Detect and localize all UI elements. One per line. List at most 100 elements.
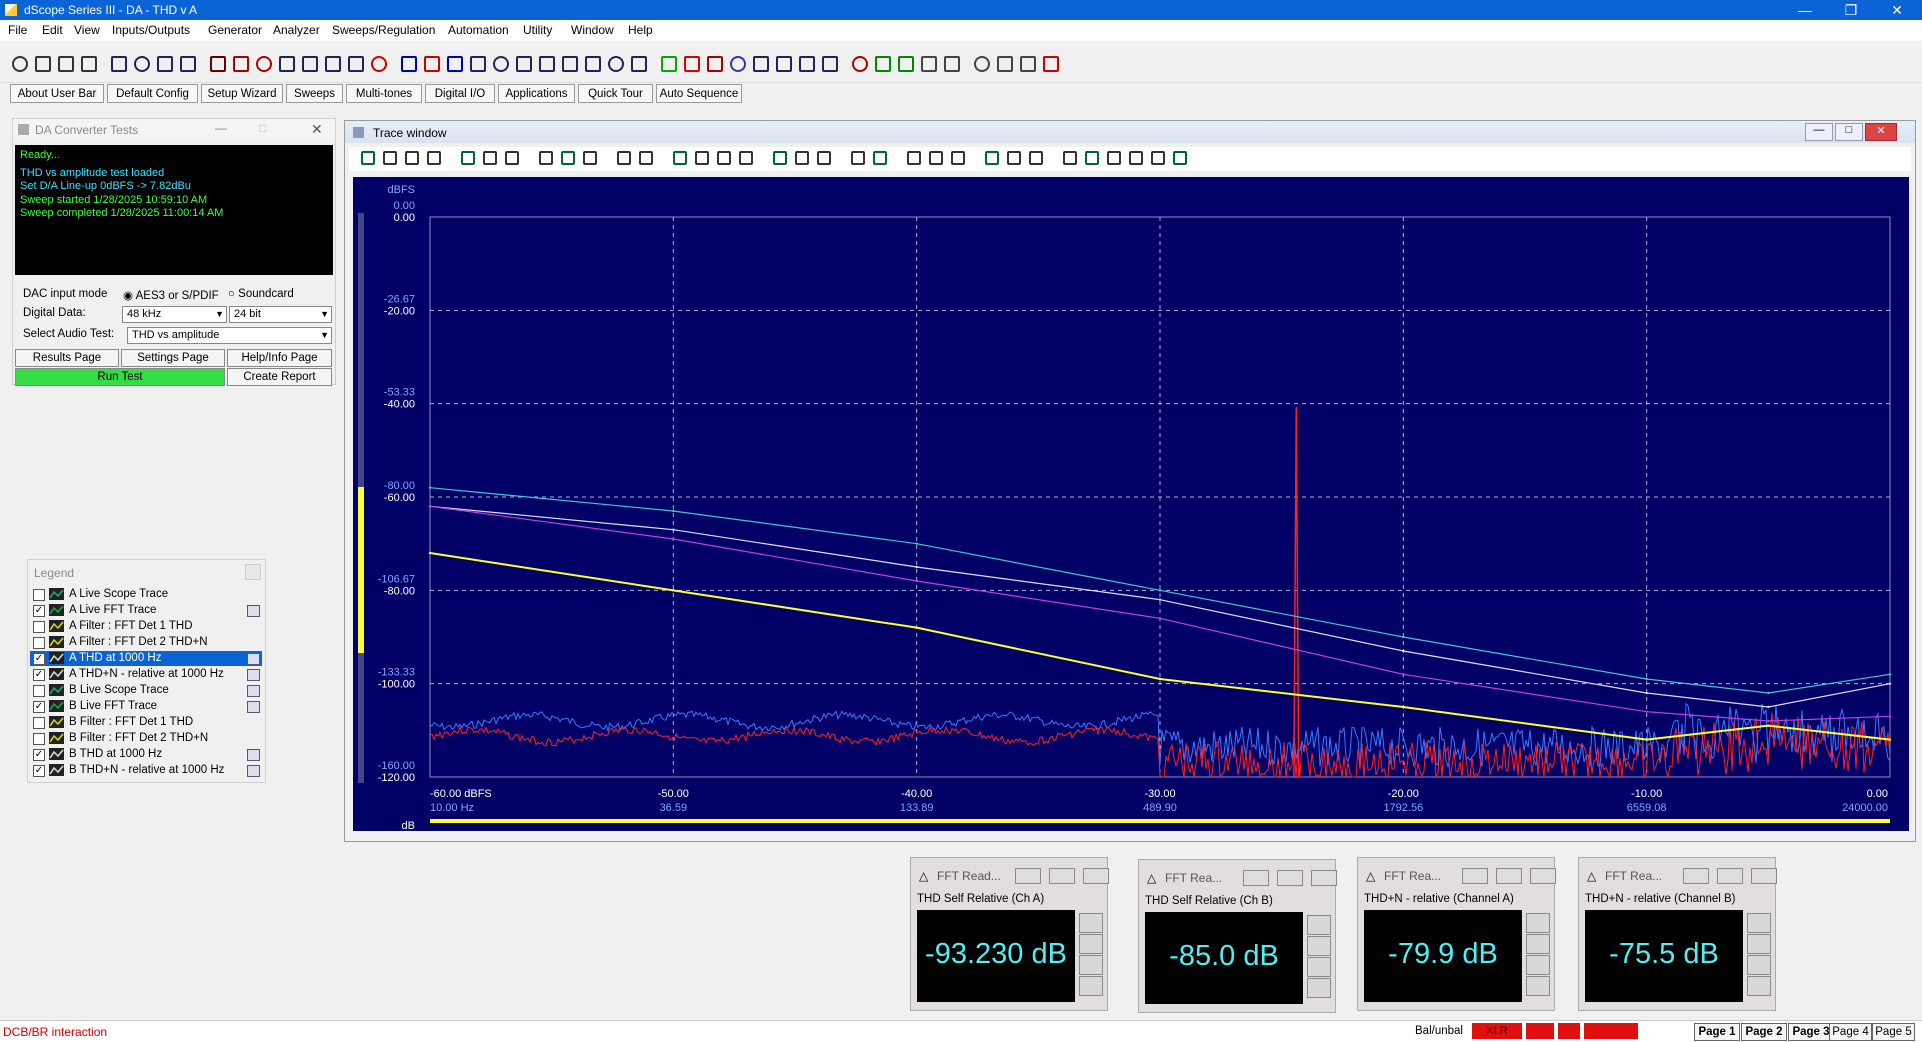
legend-checkbox[interactable]: ✓ — [33, 765, 45, 777]
trace-tool-icon[interactable] — [817, 151, 831, 165]
radio-aes[interactable]: ◉ AES3 or S/PDIF — [123, 288, 219, 302]
trace-tool-icon[interactable] — [1173, 151, 1187, 165]
toolbar-tool-icon[interactable] — [58, 56, 74, 72]
close-icon[interactable]: ✕ — [311, 121, 323, 138]
reader-tool-icon[interactable] — [1747, 934, 1771, 954]
toolbar-tool-icon[interactable] — [447, 56, 463, 72]
reader-tool-icon[interactable] — [1079, 976, 1103, 996]
legend-checkbox[interactable] — [33, 637, 45, 649]
create-report-button[interactable]: Create Report — [227, 368, 332, 386]
legend-checkbox[interactable] — [33, 621, 45, 633]
legend-item[interactable]: ✓ A THD at 1000 Hz — [30, 651, 262, 666]
trace-tool-icon[interactable] — [505, 151, 519, 165]
legend-checkbox[interactable] — [33, 589, 45, 601]
trace-tool-icon[interactable] — [1007, 151, 1021, 165]
user-bar-button[interactable]: Digital I/O — [425, 84, 495, 103]
legend-item[interactable]: ✓ B THD at 1000 Hz — [30, 747, 262, 762]
page-tab[interactable]: Page 2 — [1741, 1023, 1787, 1041]
toolbar-tool-icon[interactable] — [921, 56, 937, 72]
trace-settings-icon[interactable] — [247, 653, 260, 665]
legend-checkbox[interactable] — [33, 733, 45, 745]
user-bar-button[interactable]: Default Config — [107, 84, 198, 103]
user-bar-button[interactable]: Applications — [498, 84, 575, 103]
trace-tool-icon[interactable] — [1063, 151, 1077, 165]
minimize-icon[interactable]: — — [1805, 123, 1833, 141]
legend-checkbox[interactable]: ✓ — [33, 669, 45, 681]
toolbar-tool-icon[interactable] — [997, 56, 1013, 72]
trace-tool-icon[interactable] — [851, 151, 865, 165]
trace-tool-icon[interactable] — [873, 151, 887, 165]
help-info-page-button[interactable]: Help/Info Page — [227, 349, 332, 367]
reader-tool-icon[interactable] — [1079, 934, 1103, 954]
trace-settings-icon[interactable] — [247, 765, 260, 777]
toolbar-tool-icon[interactable] — [279, 56, 295, 72]
toolbar-tool-icon[interactable] — [944, 56, 960, 72]
page-tab[interactable]: Page 4 — [1829, 1023, 1872, 1041]
trace-settings-icon[interactable] — [247, 605, 260, 617]
toolbar-tool-icon[interactable] — [348, 56, 364, 72]
maximize-icon[interactable] — [1049, 868, 1075, 884]
toolbar-tool-icon[interactable] — [661, 56, 677, 72]
trace-settings-icon[interactable] — [247, 749, 260, 761]
toolbar-tool-icon[interactable] — [974, 56, 990, 72]
minimize-icon[interactable] — [1243, 870, 1269, 886]
sample-rate-select[interactable]: 48 kHz ▼ — [122, 306, 227, 323]
trace-tool-icon[interactable] — [951, 151, 965, 165]
close-icon[interactable] — [1083, 868, 1109, 884]
legend-checkbox[interactable]: ✓ — [33, 653, 45, 665]
toolbar-tool-icon[interactable] — [539, 56, 555, 72]
reader-tool-icon[interactable] — [1526, 976, 1550, 996]
reader-tool-icon[interactable] — [1079, 955, 1103, 975]
toolbar-tool-icon[interactable] — [799, 56, 815, 72]
trace-tool-icon[interactable] — [383, 151, 397, 165]
trace-tool-icon[interactable] — [673, 151, 687, 165]
trace-tool-icon[interactable] — [1151, 151, 1165, 165]
user-bar-button[interactable]: About User Bar — [10, 84, 104, 103]
menu-item[interactable]: Help — [628, 23, 653, 37]
trace-tool-icon[interactable] — [583, 151, 597, 165]
toolbar-tool-icon[interactable] — [371, 56, 387, 72]
toolbar-tool-icon[interactable] — [111, 56, 127, 72]
trace-tool-icon[interactable] — [405, 151, 419, 165]
toolbar-tool-icon[interactable] — [585, 56, 601, 72]
trace-tool-icon[interactable] — [561, 151, 575, 165]
menu-item[interactable]: Inputs/Outputs — [112, 23, 190, 37]
legend-checkbox[interactable]: ✓ — [33, 605, 45, 617]
restore-icon[interactable]: ❐ — [1828, 0, 1874, 20]
trace-settings-icon[interactable] — [247, 685, 260, 697]
legend-item[interactable]: ✓ A THD+N - relative at 1000 Hz — [30, 667, 262, 682]
reader-tool-icon[interactable] — [1526, 913, 1550, 933]
maximize-icon[interactable] — [1277, 870, 1303, 886]
toolbar-tool-icon[interactable] — [707, 56, 723, 72]
reader-tool-icon[interactable] — [1307, 957, 1331, 977]
legend-item[interactable]: ✓ B Live FFT Trace — [30, 699, 262, 714]
user-bar-button[interactable]: Multi-tones — [346, 84, 422, 103]
legend-checkbox[interactable]: ✓ — [33, 701, 45, 713]
audio-test-select[interactable]: THD vs amplitude ▼ — [127, 327, 332, 344]
toolbar-tool-icon[interactable] — [12, 56, 28, 72]
menu-item[interactable]: Sweeps/Regulation — [332, 23, 435, 37]
settings-page-button[interactable]: Settings Page — [121, 349, 225, 367]
menu-item[interactable]: File — [8, 23, 27, 37]
toolbar-tool-icon[interactable] — [470, 56, 486, 72]
toolbar-tool-icon[interactable] — [35, 56, 51, 72]
reader-tool-icon[interactable] — [1307, 936, 1331, 956]
legend-item[interactable]: B Filter : FFT Det 2 THD+N — [30, 731, 262, 746]
toolbar-tool-icon[interactable] — [776, 56, 792, 72]
toolbar-tool-icon[interactable] — [822, 56, 838, 72]
toolbar-tool-icon[interactable] — [325, 56, 341, 72]
toolbar-tool-icon[interactable] — [180, 56, 196, 72]
legend-item[interactable]: B Live Scope Trace — [30, 683, 262, 698]
menu-item[interactable]: Utility — [523, 23, 552, 37]
plot-area[interactable]: dBFS dB 0.00 -20.00 -40.00 -60.00 -80.00 -100.0… — [353, 177, 1909, 832]
trace-tool-icon[interactable] — [1029, 151, 1043, 165]
trace-tool-icon[interactable] — [483, 151, 497, 165]
trace-tool-icon[interactable] — [773, 151, 787, 165]
legend-checkbox[interactable] — [33, 717, 45, 729]
reader-tool-icon[interactable] — [1526, 955, 1550, 975]
toolbar-tool-icon[interactable] — [210, 56, 226, 72]
toolbar-tool-icon[interactable] — [852, 56, 868, 72]
toolbar-tool-icon[interactable] — [401, 56, 417, 72]
toolbar-tool-icon[interactable] — [875, 56, 891, 72]
legend-checkbox[interactable] — [33, 685, 45, 697]
